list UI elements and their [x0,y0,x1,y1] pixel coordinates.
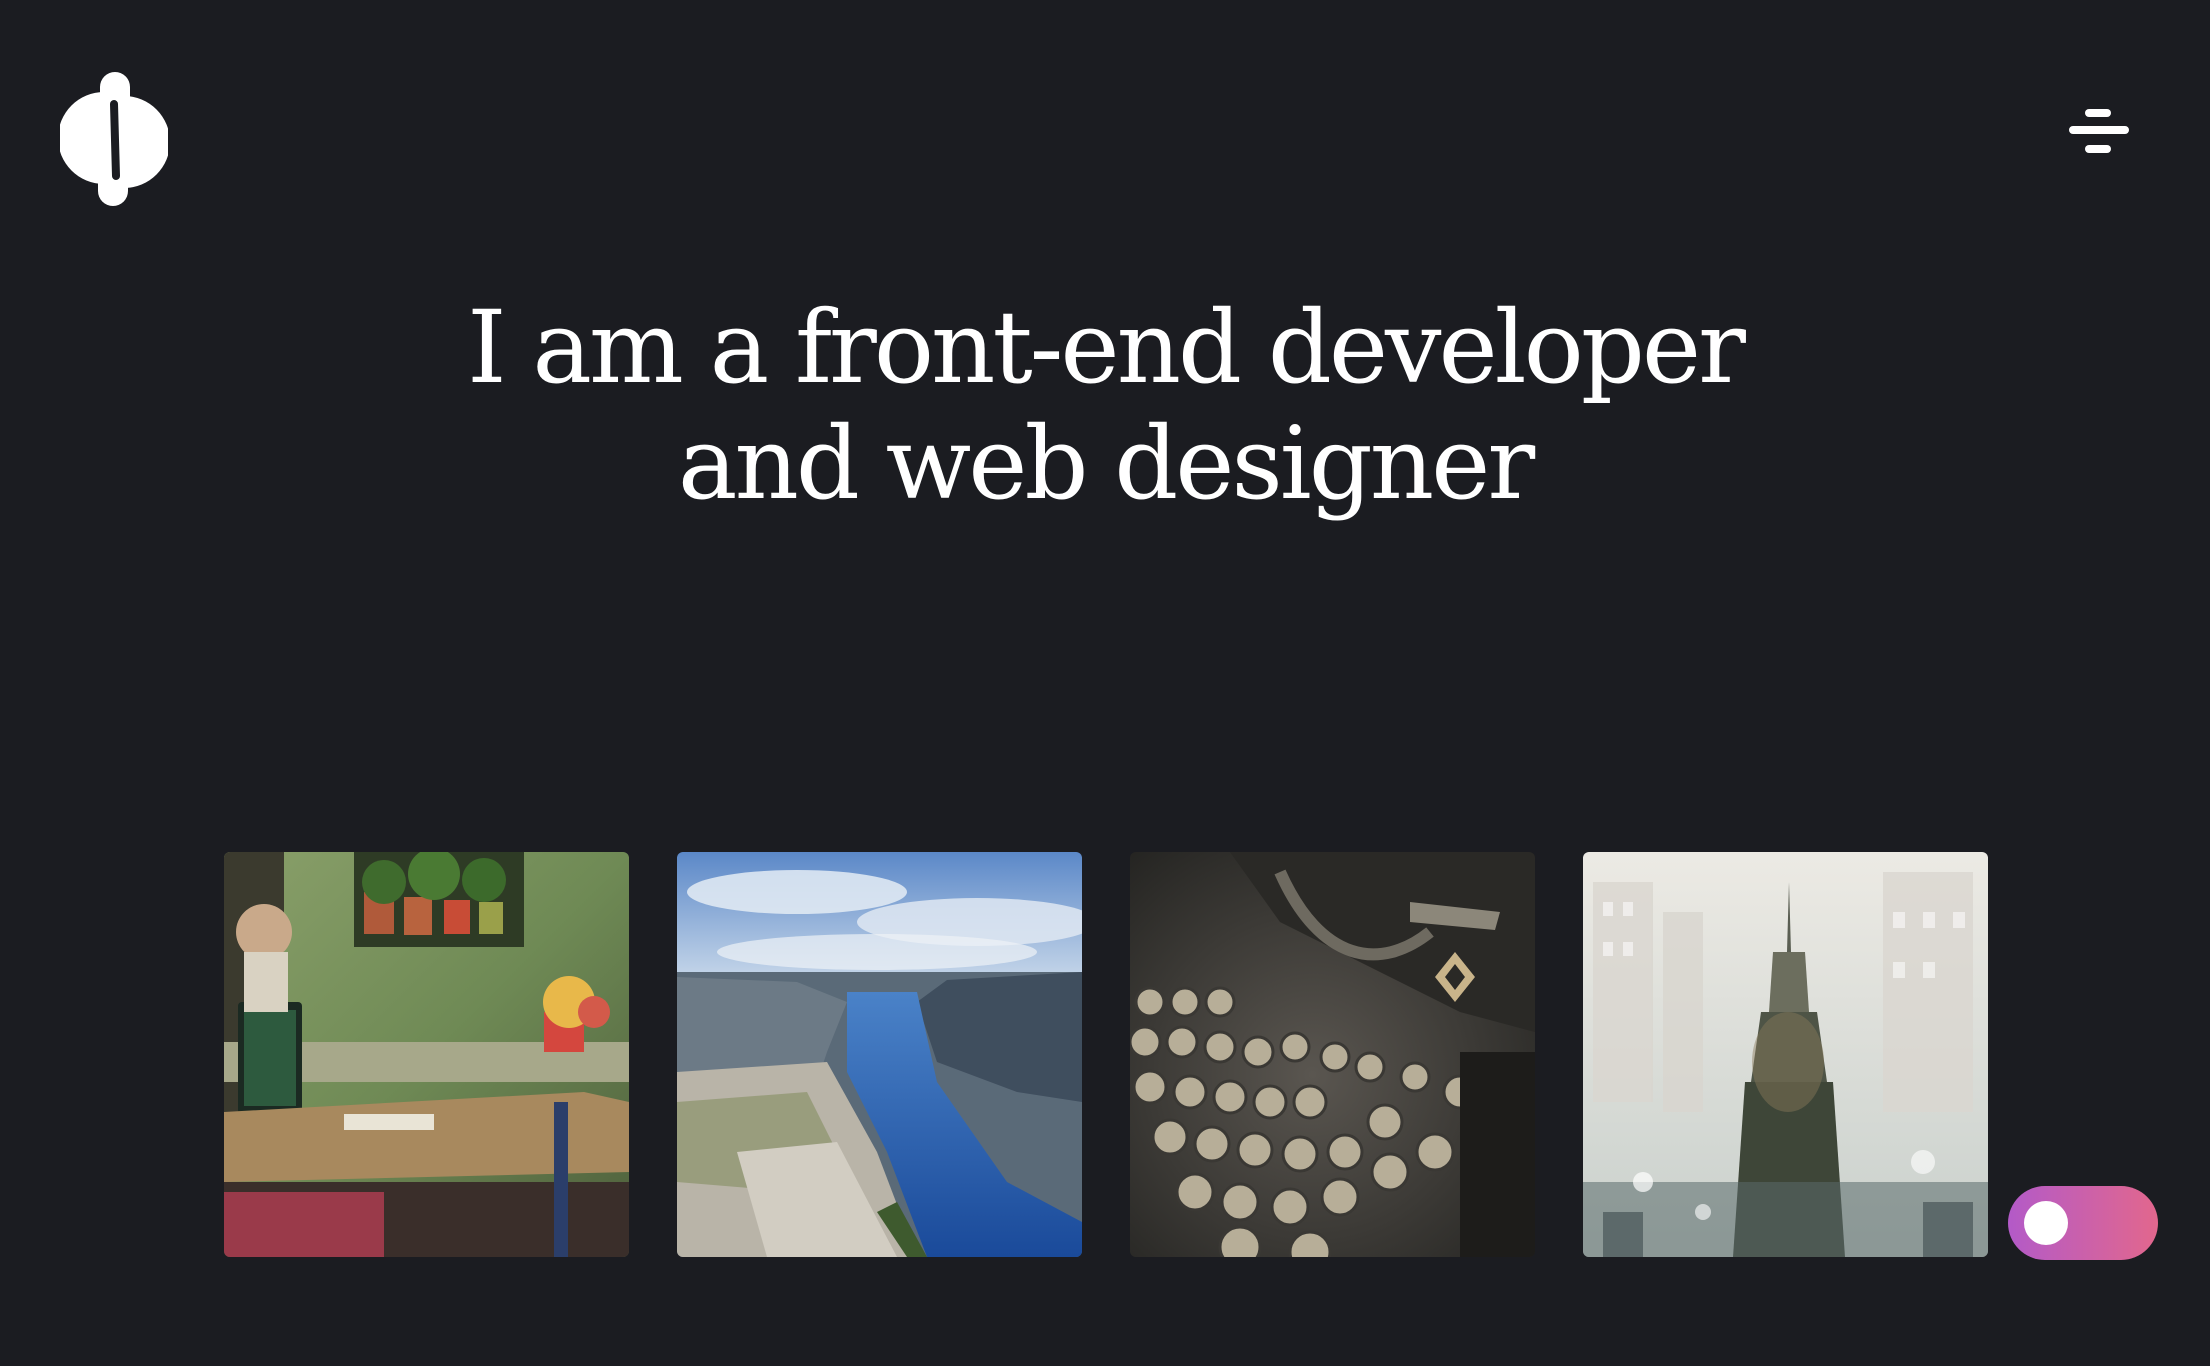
hero-heading: I am a front-end developer and web desig… [0,290,2210,522]
hamburger-menu-icon [2085,109,2111,117]
fjord-landscape-photo [677,852,1082,1257]
gallery-item-fjord[interactable] [677,852,1082,1257]
toggle-knob [2024,1201,2068,1245]
photo-gallery [224,852,1988,1257]
gallery-item-cafe[interactable] [224,852,629,1257]
brand-logo-icon [60,72,168,206]
gallery-item-city[interactable] [1583,852,1988,1257]
gallery-item-typewriter[interactable] [1130,852,1535,1257]
vintage-typewriter-photo [1130,852,1535,1257]
logo-icon[interactable] [60,70,168,208]
hero-section: I am a front-end developer and web desig… [0,290,2210,522]
menu-button[interactable] [2062,102,2132,158]
hero-heading-line-2: and web designer [677,405,1535,522]
hero-heading-line-1: I am a front-end developer [467,289,1746,406]
theme-toggle[interactable] [2008,1186,2158,1260]
cafe-terrace-photo [224,852,629,1257]
city-skyscraper-photo [1583,852,1988,1257]
